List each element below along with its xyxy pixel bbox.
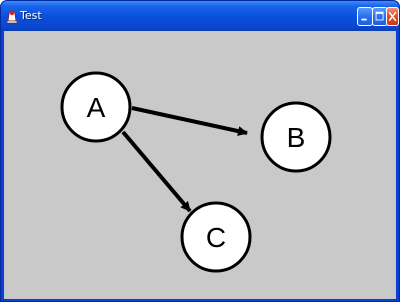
node-c[interactable]: C xyxy=(180,201,252,273)
minimize-icon xyxy=(361,18,367,21)
edge-a-to-c xyxy=(121,130,192,213)
client-area: A B C xyxy=(4,31,396,299)
window-title: Test xyxy=(20,9,42,22)
minimize-button[interactable] xyxy=(357,7,373,26)
java-duke-icon xyxy=(6,10,18,24)
node-a[interactable]: A xyxy=(60,71,132,143)
maximize-icon xyxy=(375,11,384,21)
app-window: Test A B C xyxy=(0,0,400,302)
edge-a-to-b xyxy=(131,106,248,136)
title-bar[interactable]: Test xyxy=(1,1,399,31)
node-b-label: B xyxy=(287,122,306,153)
node-c-label: C xyxy=(206,222,226,253)
graph-canvas: A B C xyxy=(60,71,332,273)
close-icon xyxy=(388,11,397,22)
node-a-label: A xyxy=(87,92,106,123)
close-button[interactable] xyxy=(386,7,399,26)
node-b[interactable]: B xyxy=(260,101,332,173)
